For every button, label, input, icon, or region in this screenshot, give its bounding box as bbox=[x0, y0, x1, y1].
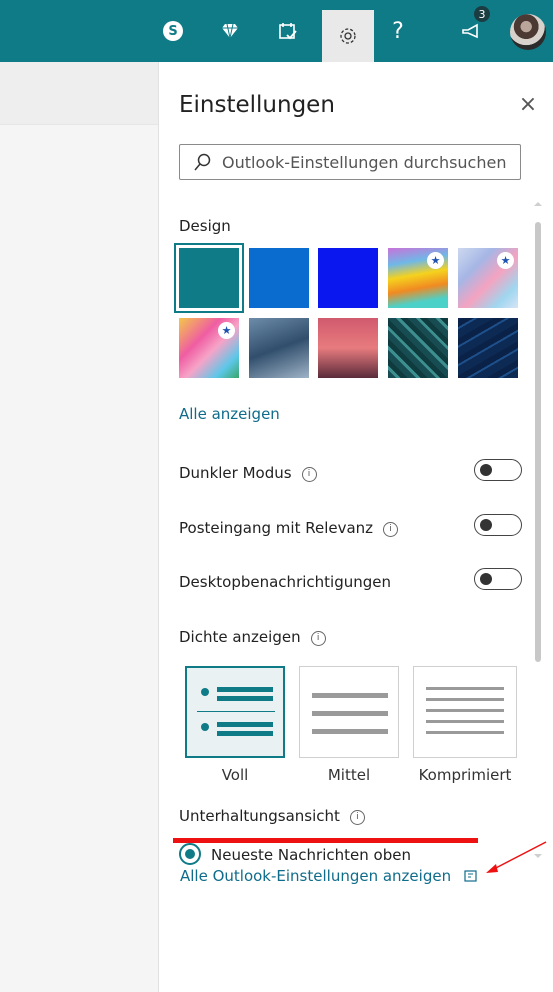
density-compact-label: Komprimiert bbox=[418, 766, 512, 784]
premium-star-icon: ★ bbox=[497, 252, 514, 269]
search-icon bbox=[194, 153, 211, 171]
density-full-option[interactable] bbox=[185, 666, 285, 758]
theme-royal-blue[interactable] bbox=[318, 248, 378, 308]
settings-scrollbar[interactable] bbox=[535, 222, 541, 662]
notification-badge: 3 bbox=[474, 6, 490, 22]
dark-mode-toggle[interactable] bbox=[474, 459, 522, 481]
info-icon[interactable]: i bbox=[310, 630, 326, 646]
skype-icon[interactable]: S bbox=[153, 10, 193, 52]
theme-wave[interactable] bbox=[249, 318, 309, 378]
theme-rainbow[interactable]: ★ bbox=[388, 248, 448, 308]
theme-blue[interactable] bbox=[249, 248, 309, 308]
diamond-icon[interactable] bbox=[210, 10, 250, 52]
focused-inbox-row: Posteingang mit Relevanz i bbox=[179, 519, 399, 537]
mail-list-header bbox=[0, 62, 158, 125]
density-medium-option[interactable] bbox=[299, 666, 399, 758]
megaphone-icon[interactable]: 3 bbox=[452, 6, 492, 52]
theme-blueprint[interactable] bbox=[458, 318, 518, 378]
toggle-knob bbox=[480, 573, 492, 585]
info-icon[interactable]: i bbox=[383, 521, 399, 537]
toggle-knob bbox=[480, 464, 492, 476]
desktop-notifications-toggle[interactable] bbox=[474, 568, 522, 590]
focused-inbox-toggle[interactable] bbox=[474, 514, 522, 536]
newest-on-top-label: Neueste Nachrichten oben bbox=[211, 846, 411, 864]
density-compact-option[interactable] bbox=[413, 666, 517, 758]
settings-search[interactable] bbox=[179, 144, 521, 180]
conversation-label: Unterhaltungsansicht bbox=[179, 807, 340, 825]
desktop-notifications-label: Desktopbenachrichtigungen bbox=[179, 573, 391, 591]
density-label: Dichte anzeigen bbox=[179, 628, 301, 646]
theme-circuit[interactable] bbox=[388, 318, 448, 378]
density-row: Dichte anzeigen i bbox=[179, 628, 326, 646]
avatar[interactable] bbox=[510, 14, 546, 50]
design-label: Design bbox=[179, 217, 231, 235]
density-medium-label: Mittel bbox=[327, 766, 371, 784]
info-icon[interactable]: i bbox=[349, 809, 365, 825]
search-input[interactable] bbox=[220, 151, 514, 173]
conversation-row: Unterhaltungsansicht i bbox=[179, 807, 365, 825]
theme-teal[interactable] bbox=[174, 243, 244, 313]
all-settings-link-text: Alle Outlook-Einstellungen anzeigen bbox=[180, 867, 452, 885]
annotation-underline bbox=[173, 838, 478, 843]
close-icon[interactable]: × bbox=[513, 90, 543, 120]
toggle-knob bbox=[480, 519, 492, 531]
theme-palm-sunset[interactable] bbox=[318, 318, 378, 378]
radio-dot bbox=[185, 849, 195, 859]
calendar-check-icon[interactable] bbox=[268, 10, 308, 52]
annotation-arrow bbox=[486, 841, 547, 873]
density-full-label: Voll bbox=[221, 766, 249, 784]
panel-title: Einstellungen bbox=[179, 92, 335, 118]
dark-mode-label: Dunkler Modus bbox=[179, 464, 292, 482]
gear-icon[interactable] bbox=[322, 10, 374, 62]
dark-mode-row: Dunkler Modus i bbox=[179, 464, 317, 482]
focused-inbox-label: Posteingang mit Relevanz bbox=[179, 519, 374, 537]
all-outlook-settings-link[interactable]: Alle Outlook-Einstellungen anzeigen bbox=[180, 867, 477, 885]
open-external-icon bbox=[464, 870, 477, 882]
help-icon[interactable]: ? bbox=[378, 10, 418, 52]
premium-star-icon: ★ bbox=[427, 252, 444, 269]
theme-paint[interactable]: ★ bbox=[179, 318, 239, 378]
newest-on-top-radio[interactable] bbox=[179, 843, 201, 865]
scroll-up-icon[interactable] bbox=[532, 200, 544, 208]
skype-glyph: S bbox=[163, 21, 183, 41]
mail-list-pane bbox=[0, 62, 159, 992]
show-all-themes-link[interactable]: Alle anzeigen bbox=[179, 405, 280, 423]
premium-star-icon: ★ bbox=[218, 322, 235, 339]
theme-ribbons[interactable]: ★ bbox=[458, 248, 518, 308]
info-icon[interactable]: i bbox=[301, 466, 317, 482]
help-glyph: ? bbox=[392, 18, 404, 44]
top-bar: S ? 3 bbox=[0, 0, 553, 62]
